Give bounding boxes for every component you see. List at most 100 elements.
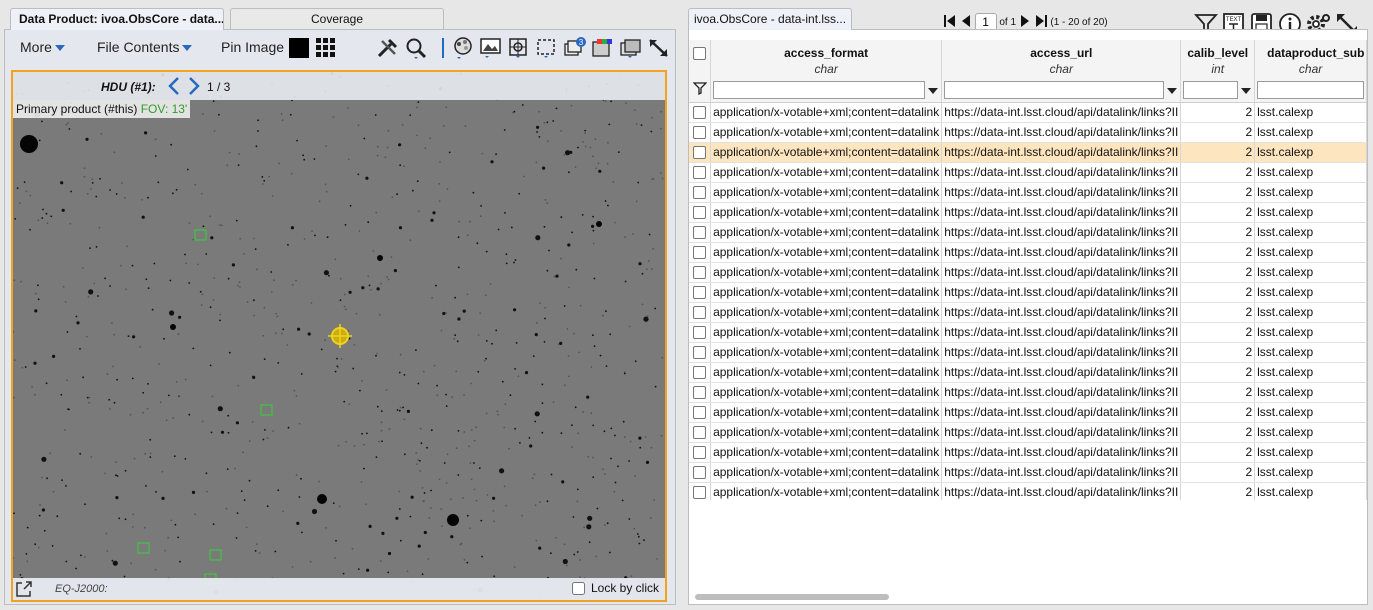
- cell-access-url[interactable]: https://data-int.lsst.cloud/api/datalink…: [941, 342, 1182, 363]
- chevron-down-icon[interactable]: [1241, 87, 1252, 94]
- column-header-access-format[interactable]: access_format: [710, 40, 943, 60]
- cell-access-url[interactable]: https://data-int.lsst.cloud/api/datalink…: [941, 282, 1182, 303]
- pin-image-button[interactable]: Pin Image: [221, 39, 284, 55]
- image-stack-icon[interactable]: [619, 37, 643, 59]
- cell-access-url[interactable]: https://data-int.lsst.cloud/api/datalink…: [941, 162, 1182, 183]
- table-row[interactable]: application/x-votable+xml;content=datali…: [689, 382, 1367, 403]
- cell-access-format[interactable]: application/x-votable+xml;content=datali…: [710, 262, 943, 283]
- select-area-icon[interactable]: [535, 37, 559, 59]
- cell-calib-level[interactable]: 2: [1180, 482, 1256, 500]
- tab-coverage[interactable]: Coverage: [230, 8, 444, 30]
- table-row[interactable]: application/x-votable+xml;content=datali…: [689, 342, 1367, 363]
- layers-icon[interactable]: 3: [563, 37, 587, 59]
- cell-dataproduct-subtype[interactable]: lsst.calexp: [1254, 282, 1367, 303]
- table-row[interactable]: application/x-votable+xml;content=datali…: [689, 242, 1367, 263]
- table-row[interactable]: application/x-votable+xml;content=datali…: [689, 422, 1367, 443]
- row-checkbox[interactable]: [693, 346, 707, 360]
- image-overlay-icon[interactable]: [479, 37, 503, 59]
- rgb-icon[interactable]: [591, 37, 615, 59]
- cell-access-format[interactable]: application/x-votable+xml;content=datali…: [710, 122, 943, 143]
- row-checkbox[interactable]: [693, 386, 707, 400]
- file-contents-menu[interactable]: File Contents: [97, 39, 193, 55]
- row-checkbox[interactable]: [693, 146, 707, 160]
- cell-dataproduct-subtype[interactable]: lsst.calexp: [1254, 202, 1367, 223]
- crosshair-icon[interactable]: [507, 37, 531, 59]
- hdu-prev-icon[interactable]: [165, 75, 183, 97]
- row-checkbox[interactable]: [693, 366, 707, 380]
- cell-access-format[interactable]: application/x-votable+xml;content=datali…: [710, 142, 943, 163]
- table-row[interactable]: application/x-votable+xml;content=datali…: [689, 202, 1367, 223]
- cell-dataproduct-subtype[interactable]: lsst.calexp: [1254, 462, 1367, 483]
- chevron-down-icon[interactable]: [1167, 87, 1178, 94]
- table-row[interactable]: application/x-votable+xml;content=datali…: [689, 102, 1367, 123]
- table-row[interactable]: application/x-votable+xml;content=datali…: [689, 222, 1367, 243]
- column-header-calib-level[interactable]: calib_level: [1180, 40, 1256, 60]
- filter-input-calib-level[interactable]: [1183, 80, 1252, 99]
- cell-calib-level[interactable]: 2: [1180, 402, 1256, 423]
- cell-access-format[interactable]: application/x-votable+xml;content=datali…: [710, 342, 943, 363]
- column-header-dataproduct-subtype[interactable]: dataproduct_sub: [1254, 40, 1367, 60]
- row-checkbox[interactable]: [693, 126, 707, 140]
- filter-icon[interactable]: [691, 81, 708, 96]
- cell-calib-level[interactable]: 2: [1180, 322, 1256, 343]
- table-row[interactable]: application/x-votable+xml;content=datali…: [689, 142, 1367, 163]
- row-checkbox[interactable]: [693, 426, 707, 440]
- cell-access-url[interactable]: https://data-int.lsst.cloud/api/datalink…: [941, 482, 1182, 500]
- lock-by-click-checkbox[interactable]: [571, 582, 585, 596]
- cell-access-format[interactable]: application/x-votable+xml;content=datali…: [710, 462, 943, 483]
- grid-view-icon[interactable]: [314, 37, 338, 59]
- cell-dataproduct-subtype[interactable]: lsst.calexp: [1254, 142, 1367, 163]
- cell-access-url[interactable]: https://data-int.lsst.cloud/api/datalink…: [941, 242, 1182, 263]
- row-checkbox[interactable]: [693, 326, 707, 340]
- black-square-icon[interactable]: [288, 37, 312, 59]
- cell-access-url[interactable]: https://data-int.lsst.cloud/api/datalink…: [941, 222, 1182, 243]
- next-page-icon[interactable]: [1019, 14, 1031, 31]
- cell-calib-level[interactable]: 2: [1180, 362, 1256, 383]
- cell-access-url[interactable]: https://data-int.lsst.cloud/api/datalink…: [941, 202, 1182, 223]
- tab-data-product[interactable]: Data Product: ivoa.ObsCore - data...: [10, 8, 224, 30]
- cell-calib-level[interactable]: 2: [1180, 162, 1256, 183]
- cell-calib-level[interactable]: 2: [1180, 222, 1256, 243]
- filter-input-dataproduct-subtype[interactable]: [1257, 80, 1364, 99]
- table-row[interactable]: application/x-votable+xml;content=datali…: [689, 302, 1367, 323]
- cell-dataproduct-subtype[interactable]: lsst.calexp: [1254, 122, 1367, 143]
- table-row[interactable]: application/x-votable+xml;content=datali…: [689, 402, 1367, 423]
- table-row[interactable]: application/x-votable+xml;content=datali…: [689, 322, 1367, 343]
- row-checkbox[interactable]: [693, 226, 707, 240]
- cell-dataproduct-subtype[interactable]: lsst.calexp: [1254, 242, 1367, 263]
- cell-access-url[interactable]: https://data-int.lsst.cloud/api/datalink…: [941, 262, 1182, 283]
- cell-calib-level[interactable]: 2: [1180, 262, 1256, 283]
- table-row[interactable]: application/x-votable+xml;content=datali…: [689, 362, 1367, 383]
- hdu-next-icon[interactable]: [185, 75, 203, 97]
- row-checkbox[interactable]: [693, 486, 707, 500]
- table-row[interactable]: application/x-votable+xml;content=datali…: [689, 162, 1367, 183]
- cell-access-url[interactable]: https://data-int.lsst.cloud/api/datalink…: [941, 362, 1182, 383]
- cell-calib-level[interactable]: 2: [1180, 142, 1256, 163]
- column-header-access-url[interactable]: access_url: [941, 40, 1182, 60]
- cell-calib-level[interactable]: 2: [1180, 102, 1256, 123]
- cell-calib-level[interactable]: 2: [1180, 282, 1256, 303]
- last-page-icon[interactable]: [1034, 14, 1048, 31]
- horizontal-scrollbar[interactable]: [695, 594, 889, 600]
- tools-icon[interactable]: [376, 37, 400, 59]
- cell-dataproduct-subtype[interactable]: lsst.calexp: [1254, 162, 1367, 183]
- cell-calib-level[interactable]: 2: [1180, 242, 1256, 263]
- cell-dataproduct-subtype[interactable]: lsst.calexp: [1254, 262, 1367, 283]
- row-checkbox[interactable]: [693, 406, 707, 420]
- cell-access-url[interactable]: https://data-int.lsst.cloud/api/datalink…: [941, 442, 1182, 463]
- cell-dataproduct-subtype[interactable]: lsst.calexp: [1254, 482, 1367, 500]
- open-external-icon[interactable]: [15, 580, 33, 598]
- table-row[interactable]: application/x-votable+xml;content=datali…: [689, 482, 1367, 500]
- cell-access-format[interactable]: application/x-votable+xml;content=datali…: [710, 302, 943, 323]
- cell-access-format[interactable]: application/x-votable+xml;content=datali…: [710, 422, 943, 443]
- cell-access-format[interactable]: application/x-votable+xml;content=datali…: [710, 242, 943, 263]
- table-row[interactable]: application/x-votable+xml;content=datali…: [689, 462, 1367, 483]
- cell-access-format[interactable]: application/x-votable+xml;content=datali…: [710, 282, 943, 303]
- prev-page-icon[interactable]: [960, 14, 972, 31]
- cell-calib-level[interactable]: 2: [1180, 462, 1256, 483]
- filter-input-access-url[interactable]: [944, 80, 1178, 99]
- sky-image[interactable]: [13, 72, 665, 600]
- row-checkbox[interactable]: [693, 446, 707, 460]
- cell-access-format[interactable]: application/x-votable+xml;content=datali…: [710, 202, 943, 223]
- table-row[interactable]: application/x-votable+xml;content=datali…: [689, 282, 1367, 303]
